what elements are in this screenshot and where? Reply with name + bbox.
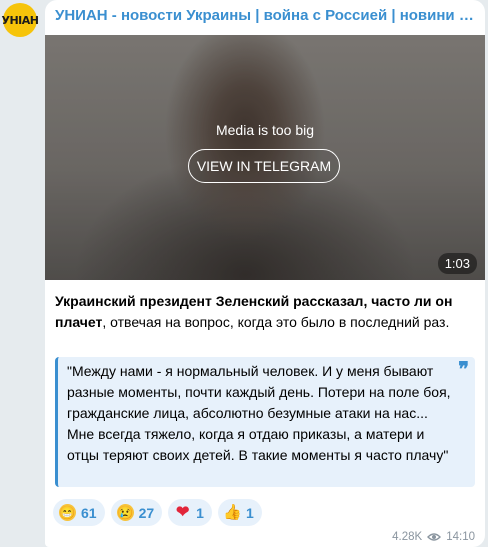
reaction-count: 1: [196, 504, 204, 521]
channel-name[interactable]: УНИАН - новости Украины | война с Россие…: [55, 7, 480, 24]
post-time: 14:10: [446, 531, 475, 543]
reaction-thumbs-up[interactable]: 👍 1: [217, 499, 262, 526]
quote-text: "Между нами - я нормальный человек. И у …: [67, 363, 451, 463]
reaction-count: 27: [138, 504, 155, 521]
channel-logo: УНІАН: [1, 13, 40, 27]
media-too-big-notice: Media is too big: [215, 122, 315, 138]
post-text: Украинский президент Зеленский рассказал…: [55, 291, 475, 333]
reaction-count: 1: [245, 504, 254, 521]
message-bubble: УНИАН - новости Украины | война с Россие…: [45, 0, 485, 547]
eye-icon: [427, 532, 442, 542]
reactions-bar: 😁 61 😢 27 ❤ 1 👍 1: [53, 499, 262, 526]
quote-mark-icon: ❞: [458, 357, 469, 381]
reaction-count: 61: [81, 504, 97, 521]
laughing-emoji-icon: 😁: [59, 504, 76, 521]
post-text-rest: , отвечая на вопрос, когда это было в по…: [102, 314, 450, 330]
view-in-telegram-button[interactable]: VIEW IN TELEGRAM: [188, 149, 340, 183]
message-meta: 4.28K 14:10: [392, 531, 475, 543]
blockquote: "Между нами - я нормальный человек. И у …: [55, 357, 475, 487]
thumbs-up-icon: 👍: [223, 504, 242, 521]
reaction-laughing[interactable]: 😁 61: [53, 499, 105, 526]
reaction-heart[interactable]: ❤ 1: [168, 499, 212, 526]
video-duration: 1:03: [437, 253, 477, 274]
video-preview[interactable]: Media is too big VIEW IN TELEGRAM 1:03: [45, 35, 485, 280]
view-count: 4.28K: [392, 531, 423, 543]
heart-icon: ❤: [175, 503, 190, 521]
reaction-crying[interactable]: 😢 27: [110, 499, 163, 526]
channel-avatar[interactable]: УНІАН: [1, 3, 40, 37]
crying-emoji-icon: 😢: [116, 504, 134, 521]
